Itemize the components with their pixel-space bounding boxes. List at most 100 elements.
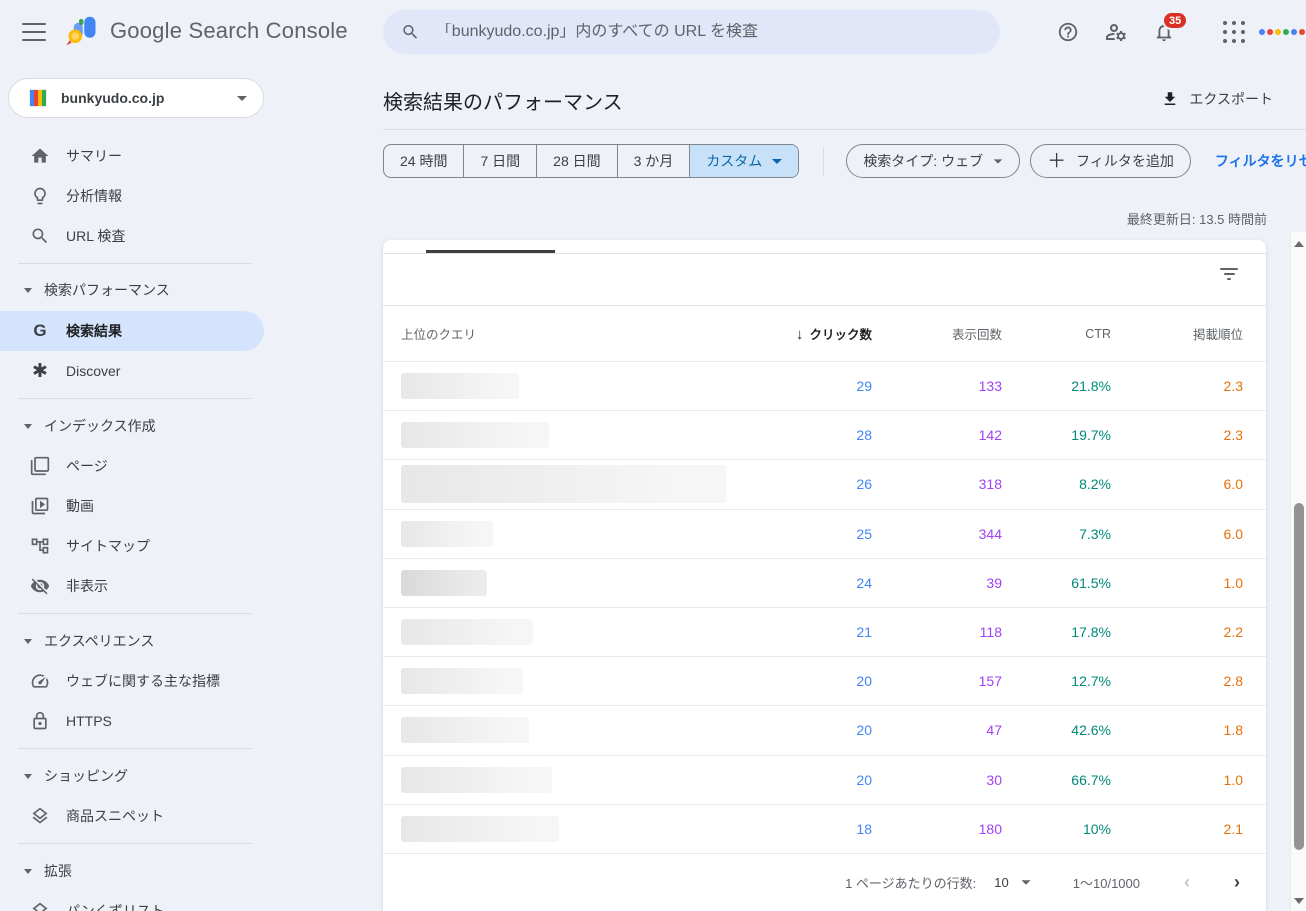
collapse-triangle-icon — [24, 424, 32, 429]
collapse-triangle-icon — [24, 774, 32, 779]
notifications-button[interactable]: 35 — [1140, 8, 1188, 56]
scroll-down-arrow[interactable] — [1294, 898, 1304, 904]
redacted-query — [401, 465, 726, 503]
scrollbar-thumb[interactable] — [1294, 503, 1304, 850]
sidebar-section-shopping[interactable]: ショッピング — [0, 756, 264, 796]
url-inspection-search[interactable] — [383, 10, 1000, 54]
divider — [18, 398, 252, 399]
export-button[interactable]: エクスポート — [1161, 89, 1273, 109]
pagination-range: 1〜10/1000 — [1073, 873, 1140, 892]
tab-bar-border — [383, 253, 1266, 254]
divider — [383, 129, 1306, 130]
range-custom-button[interactable]: カスタム — [689, 145, 798, 177]
add-filter-chip[interactable]: ＋ フィルタを追加 — [1030, 144, 1191, 178]
filter-bar: 24 時間 7 日間 28 日間 3 か月 カスタム 検索タイプ: ウェブ ＋ … — [383, 144, 1306, 178]
plus-icon: ＋ — [1047, 152, 1066, 171]
lock-icon — [30, 711, 50, 731]
search-type-chip[interactable]: 検索タイプ: ウェブ — [846, 144, 1020, 178]
gauge-icon — [30, 671, 50, 691]
scroll-up-arrow[interactable] — [1294, 241, 1304, 247]
table-row[interactable]: 25 344 7.3% 6.0 — [383, 509, 1266, 558]
chevron-down-icon — [772, 159, 782, 164]
column-header-clicks[interactable]: ↓クリック数 — [762, 324, 872, 343]
column-header-position[interactable]: 掲載順位 — [1111, 324, 1243, 343]
sidebar-item-https[interactable]: HTTPS — [0, 701, 264, 741]
layers-icon — [30, 901, 50, 911]
table-row[interactable]: 20 47 42.6% 1.8 — [383, 705, 1266, 754]
apps-grid-button[interactable] — [1210, 8, 1258, 56]
filter-table-button[interactable] — [1220, 268, 1238, 282]
product-name: Google Search Console — [110, 18, 348, 44]
menu-icon[interactable] — [22, 23, 46, 41]
table-row[interactable]: 20 30 66.7% 1.0 — [383, 755, 1266, 804]
table-row[interactable]: 21 118 17.8% 2.2 — [383, 607, 1266, 656]
apps-grid-icon — [1222, 20, 1246, 44]
next-page-button[interactable]: › — [1234, 872, 1240, 893]
table-row[interactable]: 29 133 21.8% 2.3 — [383, 361, 1266, 410]
sidebar-item-url-inspection[interactable]: URL 検査 — [0, 216, 264, 256]
top-app-bar: Google Search Console 35 — [0, 0, 1306, 64]
range-24h-button[interactable]: 24 時間 — [384, 145, 463, 177]
range-3m-button[interactable]: 3 か月 — [617, 145, 690, 177]
table-row[interactable]: 20 157 12.7% 2.8 — [383, 656, 1266, 705]
sidebar-section-search-performance[interactable]: 検索パフォーマンス — [0, 270, 264, 310]
column-header-query[interactable]: 上位のクエリ — [401, 324, 762, 343]
rows-per-page-select[interactable]: 10 — [994, 875, 1030, 890]
divider — [18, 843, 252, 844]
sort-desc-icon: ↓ — [796, 326, 804, 343]
sidebar-item-videos[interactable]: 動画 — [0, 486, 264, 526]
divider — [18, 748, 252, 749]
redacted-query — [401, 717, 529, 743]
vertical-scrollbar — [1290, 232, 1306, 911]
column-header-impressions[interactable]: 表示回数 — [872, 324, 1002, 343]
sidebar-item-breadcrumbs[interactable]: パンくずリスト — [0, 891, 264, 911]
search-input[interactable] — [436, 23, 982, 41]
rows-per-page-label: 1 ページあたりの行数: — [845, 873, 976, 892]
help-button[interactable] — [1044, 8, 1092, 56]
sidebar-section-enhancements[interactable]: 拡張 — [0, 851, 264, 891]
asterisk-icon: ✱ — [30, 361, 50, 381]
home-icon — [30, 146, 50, 166]
collapse-triangle-icon — [24, 639, 32, 644]
reset-filters-link[interactable]: フィルタをリセット — [1215, 151, 1306, 171]
search-icon — [401, 22, 420, 42]
sidebar-item-insights[interactable]: 分析情報 — [0, 176, 264, 216]
pagination-bar: 1 ページあたりの行数: 10 1〜10/1000 ‹ › — [383, 853, 1266, 911]
avatar-logo-icon — [1259, 29, 1305, 35]
gsc-logo-icon — [64, 13, 100, 49]
account-settings-button[interactable] — [1092, 8, 1140, 56]
sitemap-icon — [30, 536, 50, 556]
redacted-query — [401, 767, 552, 793]
gsc-logo[interactable]: Google Search Console — [64, 13, 348, 49]
redacted-query — [401, 668, 523, 694]
sidebar-item-core-web-vitals[interactable]: ウェブに関する主な指標 — [0, 661, 264, 701]
sidebar-item-pages[interactable]: ページ — [0, 446, 264, 486]
sidebar-section-indexing[interactable]: インデックス作成 — [0, 406, 264, 446]
table-row[interactable]: 28 142 19.7% 2.3 — [383, 410, 1266, 459]
range-7d-button[interactable]: 7 日間 — [463, 145, 536, 177]
redacted-query — [401, 373, 519, 399]
sidebar-item-search-results[interactable]: G 検索結果 — [0, 311, 264, 351]
sidebar-item-summary[interactable]: サマリー — [0, 136, 264, 176]
collapse-triangle-icon — [24, 288, 32, 293]
sidebar-item-product-snippets[interactable]: 商品スニペット — [0, 796, 264, 836]
redacted-query — [401, 619, 533, 645]
performance-table-card: 上位のクエリ ↓クリック数 表示回数 CTR 掲載順位 29 133 21.8%… — [383, 240, 1266, 911]
redacted-query — [401, 521, 493, 547]
range-28d-button[interactable]: 28 日間 — [536, 145, 616, 177]
sidebar-item-sitemaps[interactable]: サイトマップ — [0, 526, 264, 566]
eye-off-icon — [30, 576, 50, 596]
table-row[interactable]: 24 39 61.5% 1.0 — [383, 558, 1266, 607]
page-title: 検索結果のパフォーマンス — [383, 86, 623, 115]
sidebar-section-experience[interactable]: エクスペリエンス — [0, 621, 264, 661]
sidebar-item-removals[interactable]: 非表示 — [0, 566, 264, 606]
column-header-ctr[interactable]: CTR — [1002, 327, 1111, 341]
sidebar-item-discover[interactable]: ✱ Discover — [0, 351, 264, 391]
divider — [18, 263, 252, 264]
search-icon — [30, 226, 50, 246]
property-selector[interactable]: bunkyudo.co.jp — [8, 78, 264, 118]
account-avatar[interactable] — [1258, 8, 1306, 56]
table-row[interactable]: 18 180 10% 2.1 — [383, 804, 1266, 853]
previous-page-button[interactable]: ‹ — [1184, 872, 1190, 893]
table-row[interactable]: 26 318 8.2% 6.0 — [383, 459, 1266, 508]
